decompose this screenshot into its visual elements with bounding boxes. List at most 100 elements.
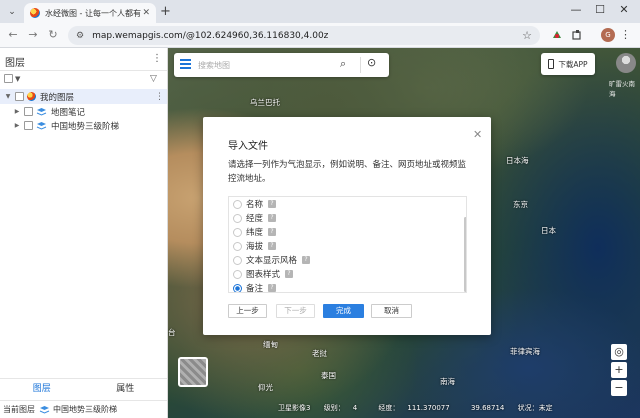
tree-item-label: 地图笔记 [51, 107, 86, 118]
place-label: 菲律宾海 [510, 347, 540, 356]
chevron-down-icon[interactable]: ▼ [15, 75, 20, 83]
radio-button[interactable] [233, 213, 242, 223]
download-app-button[interactable]: 下载APP [541, 53, 595, 75]
basemap-source: 卫星影像3 [278, 404, 311, 412]
radio-button-selected[interactable] [233, 283, 242, 292]
current-layer-status: 当前图层 中国地势三级阶梯 [0, 400, 167, 418]
url-text[interactable]: map.wemapgis.com/@102.624960,36.116830,4… [92, 31, 328, 41]
zoom-out-icon[interactable]: − [611, 380, 627, 396]
close-tab-icon[interactable]: ✕ [142, 8, 150, 18]
help-icon[interactable]: ? [268, 284, 277, 292]
help-icon[interactable]: ? [268, 214, 277, 222]
globe-icon [27, 92, 36, 101]
help-icon[interactable]: ? [268, 228, 277, 236]
import-file-dialog: 导入文件 ✕ 请选择一列作为气泡显示，例如说明、备注、网页地址或视频监控流地址。… [203, 117, 491, 335]
current-layer-label: 当前图层 [3, 405, 35, 414]
place-label: 仰光 [258, 383, 273, 392]
filter-icon[interactable]: ▽ [150, 74, 157, 84]
layer-icon [39, 405, 50, 414]
expand-arrow-icon[interactable]: ▶ [12, 122, 22, 129]
tab-layers[interactable]: 图层 [0, 379, 84, 400]
layer-checkbox[interactable] [24, 121, 33, 130]
radio-button[interactable] [233, 199, 242, 209]
tree-item-terrain-steps[interactable]: ▶ 中国地势三级阶梯 [0, 118, 167, 133]
back-icon[interactable]: ← [6, 28, 20, 41]
radio-button[interactable] [233, 255, 242, 265]
minimize-icon[interactable]: — [566, 3, 586, 16]
place-label: 泰国 [321, 371, 336, 380]
menu-icon[interactable] [180, 59, 191, 69]
option-list-scrollbar[interactable] [464, 217, 466, 292]
close-window-icon[interactable]: ✕ [614, 3, 634, 16]
browser-menu-icon[interactable]: ⋮ [620, 28, 631, 41]
column-option-list: 名称 ? 经度 ? 纬度 ? 海拔 ? 文本显示风格 ? 图表样式 ? 备注 ? [228, 196, 467, 293]
option-label: 备注 [246, 284, 264, 293]
place-label: 日本海 [506, 156, 529, 165]
profile-avatar[interactable]: G [601, 28, 615, 42]
option-text-style[interactable]: 文本显示风格 ? [233, 253, 311, 267]
site-info-icon[interactable]: ⚙ [76, 31, 84, 41]
radio-button[interactable] [233, 269, 242, 279]
browser-toolbar: ← → ↻ ⚙ map.wemapgis.com/@102.624960,36.… [0, 23, 640, 48]
bookmark-star-icon[interactable]: ☆ [522, 29, 532, 42]
browser-tab-bar: ⌄ 水经微图 - 让每一个人都有自己 ✕ + — ☐ ✕ [0, 0, 640, 23]
extension-icon[interactable] [551, 29, 563, 41]
place-label: 南海 [440, 377, 455, 386]
radio-button[interactable] [233, 241, 242, 251]
panel-more-icon[interactable]: ⋮ [152, 53, 162, 64]
option-remarks[interactable]: 备注 ? [233, 281, 277, 293]
divider [0, 70, 167, 71]
help-icon[interactable]: ? [285, 270, 294, 278]
status-extra: 状况：未定 [517, 404, 553, 412]
location-pin-icon[interactable]: ⊙ [367, 56, 376, 69]
help-icon[interactable]: ? [302, 256, 311, 264]
search-input[interactable] [198, 57, 338, 73]
search-icon[interactable]: ⌕ [340, 57, 346, 71]
option-latitude[interactable]: 纬度 ? [233, 225, 277, 239]
user-avatar[interactable] [616, 53, 636, 73]
expand-arrow-icon[interactable]: ▼ [3, 93, 13, 100]
option-chart-style[interactable]: 图表样式 ? [233, 267, 294, 281]
option-longitude[interactable]: 经度 ? [233, 211, 277, 225]
user-name: 旷雷火南海 [609, 80, 635, 98]
option-altitude[interactable]: 海拔 ? [233, 239, 277, 253]
reload-icon[interactable]: ↻ [46, 28, 60, 41]
layer-icon [36, 121, 47, 130]
help-icon[interactable]: ? [268, 200, 277, 208]
locate-me-icon[interactable]: ◎ [611, 344, 627, 360]
extensions-puzzle-icon[interactable] [571, 29, 583, 41]
tree-item-my-layers[interactable]: ▼ 我的图层 ⋮ [0, 89, 167, 104]
option-label: 纬度 [246, 228, 264, 238]
place-label: 台 [168, 328, 176, 337]
dialog-description: 请选择一列作为气泡显示，例如说明、备注、网页地址或视频监控流地址。 [228, 160, 467, 184]
phone-icon [548, 59, 555, 69]
prev-step-button[interactable]: 上一步 [228, 304, 267, 318]
cancel-button[interactable]: 取消 [371, 304, 412, 318]
zoom-in-icon[interactable]: + [611, 362, 627, 378]
maximize-icon[interactable]: ☐ [590, 3, 610, 16]
tab-properties[interactable]: 属性 [84, 379, 168, 400]
select-all-checkbox[interactable] [4, 74, 13, 83]
next-step-button[interactable]: 下一步 [276, 304, 315, 318]
select-all-control[interactable]: ▼ [4, 74, 20, 83]
forward-icon[interactable]: → [26, 28, 40, 41]
finish-button[interactable]: 完成 [323, 304, 364, 318]
layer-checkbox[interactable] [15, 92, 24, 101]
row-more-icon[interactable]: ⋮ [155, 92, 164, 102]
site-favicon-icon [30, 8, 40, 18]
new-tab-icon[interactable]: + [160, 4, 171, 19]
help-icon[interactable]: ? [268, 242, 277, 250]
tree-item-label: 中国地势三级阶梯 [51, 121, 120, 132]
basemap-switcher[interactable] [178, 357, 208, 387]
browser-tab[interactable]: 水经微图 - 让每一个人都有自己 ✕ [24, 3, 156, 23]
address-bar[interactable]: ⚙ map.wemapgis.com/@102.624960,36.116830… [68, 26, 540, 45]
option-name[interactable]: 名称 ? [233, 197, 277, 211]
tab-search-icon[interactable]: ⌄ [5, 5, 19, 19]
layer-checkbox[interactable] [24, 107, 33, 116]
expand-arrow-icon[interactable]: ▶ [12, 108, 22, 115]
longitude-label: 经度： [378, 404, 400, 412]
longitude: 经度： 111.370077 [378, 404, 457, 412]
tree-item-map-notes[interactable]: ▶ 地图笔记 [0, 104, 167, 119]
radio-button[interactable] [233, 227, 242, 237]
close-icon[interactable]: ✕ [473, 128, 482, 141]
